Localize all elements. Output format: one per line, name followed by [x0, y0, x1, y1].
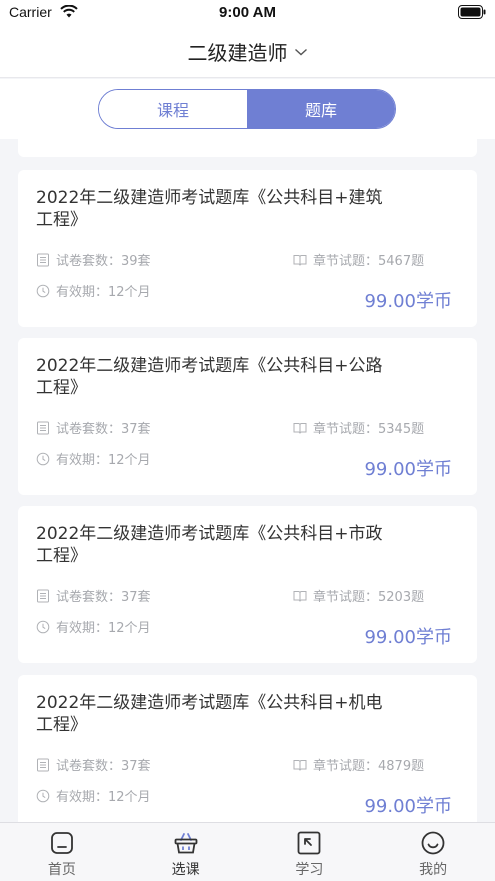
- price: 99.00学币: [364, 459, 452, 480]
- chapter-questions: 章节试题：5467题: [293, 250, 424, 269]
- chapter-questions-text: 章节试题：5203题: [313, 590, 425, 605]
- validity-text: 有效期：12个月: [56, 453, 151, 468]
- clock-icon: [36, 620, 50, 633]
- page-title[interactable]: 二级建造师: [188, 37, 288, 66]
- document-icon: [37, 421, 49, 434]
- tab-home-label: 首页: [47, 862, 76, 878]
- document-icon: [37, 758, 49, 771]
- paper-sets: 试卷套数：39套: [36, 250, 151, 269]
- product-card[interactable]: 2022年二级建造师考试题库《公共科目+建筑 工程》 试卷套数：39套 章节试题…: [18, 170, 477, 327]
- bottom-tab-bar: 首页 选课 学习 我的: [0, 822, 495, 881]
- paper-sets-text: 试卷套数：37套: [56, 590, 151, 605]
- paper-sets-text: 试卷套数：39套: [56, 254, 151, 269]
- chapter-questions-text: 章节试题：5467题: [313, 254, 425, 269]
- tab-select-course[interactable]: 选课: [124, 823, 248, 881]
- segmented-control: 课程 题库: [98, 89, 396, 129]
- validity-period: 有效期：12个月: [36, 617, 151, 636]
- paper-sets: 试卷套数：37套: [36, 755, 151, 774]
- tab-question-bank[interactable]: 题库: [247, 90, 395, 128]
- home-icon: [50, 832, 73, 854]
- clock-icon: [36, 789, 50, 802]
- card-title-line: 2022年二级建造师考试题库《公共科目+市政: [36, 524, 383, 544]
- segment-area: 课程 题库: [0, 79, 495, 139]
- validity-period: 有效期：12个月: [36, 449, 151, 468]
- basket-icon: [174, 833, 198, 854]
- card-title-line: 工程》: [36, 210, 87, 230]
- validity-period: 有效期：12个月: [36, 281, 151, 300]
- tab-select-course-label: 选课: [171, 862, 200, 878]
- nav-header[interactable]: 二级建造师: [0, 26, 495, 78]
- card-title-line: 工程》: [36, 546, 87, 566]
- validity-text: 有效期：12个月: [56, 285, 151, 300]
- clock-icon: [36, 452, 50, 465]
- paper-sets: 试卷套数：37套: [36, 586, 151, 605]
- card-title: 2022年二级建造师考试题库《公共科目+建筑 工程》: [36, 187, 436, 231]
- previous-card-stub: [18, 139, 477, 157]
- validity-text: 有效期：12个月: [56, 790, 151, 805]
- tab-courses[interactable]: 课程: [99, 90, 247, 128]
- card-title-line: 2022年二级建造师考试题库《公共科目+建筑: [36, 188, 383, 208]
- study-icon: [297, 831, 321, 855]
- price: 99.00学币: [364, 627, 452, 648]
- clock-icon: [36, 284, 50, 297]
- product-card[interactable]: 2022年二级建造师考试题库《公共科目+机电 工程》 试卷套数：37套 章节试题…: [18, 675, 477, 822]
- status-bar: Carrier 9:00 AM: [0, 0, 495, 26]
- book-icon: [293, 254, 307, 266]
- chevron-down-icon[interactable]: [294, 47, 308, 57]
- tab-home[interactable]: 首页: [0, 823, 124, 881]
- book-icon: [293, 759, 307, 771]
- tab-mine[interactable]: 我的: [371, 823, 495, 881]
- clock-time: 9:00 AM: [219, 4, 276, 21]
- tab-mine-label: 我的: [419, 862, 448, 878]
- card-title: 2022年二级建造师考试题库《公共科目+市政 工程》: [36, 523, 436, 567]
- smiley-icon: [421, 831, 445, 855]
- chapter-questions: 章节试题：5203题: [293, 586, 424, 605]
- validity-period: 有效期：12个月: [36, 786, 151, 805]
- card-title-line: 2022年二级建造师考试题库《公共科目+机电: [36, 693, 383, 713]
- product-card[interactable]: 2022年二级建造师考试题库《公共科目+公路 工程》 试卷套数：37套 章节试题…: [18, 338, 477, 495]
- document-icon: [37, 589, 49, 602]
- price: 99.00学币: [364, 291, 452, 312]
- document-icon: [37, 253, 49, 266]
- card-title: 2022年二级建造师考试题库《公共科目+机电 工程》: [36, 692, 436, 736]
- chapter-questions-text: 章节试题：5345题: [313, 422, 425, 437]
- validity-text: 有效期：12个月: [56, 621, 151, 636]
- paper-sets: 试卷套数：37套: [36, 418, 151, 437]
- product-card[interactable]: 2022年二级建造师考试题库《公共科目+市政 工程》 试卷套数：37套 章节试题…: [18, 506, 477, 663]
- chapter-questions: 章节试题：4879题: [293, 755, 424, 774]
- card-title-line: 2022年二级建造师考试题库《公共科目+公路: [36, 356, 383, 376]
- chapter-questions-text: 章节试题：4879题: [313, 759, 425, 774]
- chapter-questions: 章节试题：5345题: [293, 418, 424, 437]
- card-title: 2022年二级建造师考试题库《公共科目+公路 工程》: [36, 355, 436, 399]
- card-title-line: 工程》: [36, 378, 87, 398]
- book-icon: [293, 590, 307, 602]
- tab-study-label: 学习: [295, 862, 324, 878]
- paper-sets-text: 试卷套数：37套: [56, 422, 151, 437]
- battery-icon: [458, 5, 486, 19]
- paper-sets-text: 试卷套数：37套: [56, 759, 151, 774]
- price: 99.00学币: [364, 796, 452, 817]
- book-icon: [293, 422, 307, 434]
- card-title-line: 工程》: [36, 715, 87, 735]
- tab-study[interactable]: 学习: [248, 823, 372, 881]
- question-bank-list[interactable]: 2022年二级建造师考试题库《公共科目+建筑 工程》 试卷套数：39套 章节试题…: [0, 139, 495, 822]
